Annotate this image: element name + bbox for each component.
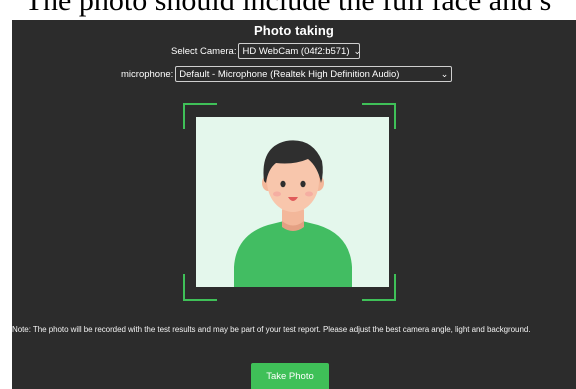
person-avatar-icon xyxy=(234,140,352,287)
camera-preview xyxy=(196,117,389,287)
camera-row: Select Camera: HD WebCam (04f2:b571) ⌄ xyxy=(171,43,362,59)
microphone-select-value: Default - Microphone (Realtek High Defin… xyxy=(179,68,400,80)
dialog-title: Photo taking xyxy=(254,23,334,38)
chevron-down-icon: ⌄ xyxy=(440,68,449,79)
chevron-down-icon: ⌄ xyxy=(353,45,362,56)
microphone-row: microphone: Default - Microphone (Realte… xyxy=(121,66,453,82)
camera-select-value: HD WebCam (04f2:b571) xyxy=(242,45,350,57)
photo-taking-dialog: Photo taking Select Camera: HD WebCam (0… xyxy=(12,20,576,389)
microphone-select[interactable]: Default - Microphone (Realtek High Defin… xyxy=(175,66,453,82)
camera-label: Select Camera: xyxy=(171,45,237,57)
photo-note: Note: The photo will be recorded with th… xyxy=(12,325,531,334)
page-caption-strip: The photo should include the full face a… xyxy=(0,0,576,20)
page-caption: The photo should include the full face a… xyxy=(24,0,552,17)
microphone-label: microphone: xyxy=(121,68,174,80)
camera-select[interactable]: HD WebCam (04f2:b571) ⌄ xyxy=(238,43,362,59)
take-photo-button[interactable]: Take Photo xyxy=(251,363,329,389)
